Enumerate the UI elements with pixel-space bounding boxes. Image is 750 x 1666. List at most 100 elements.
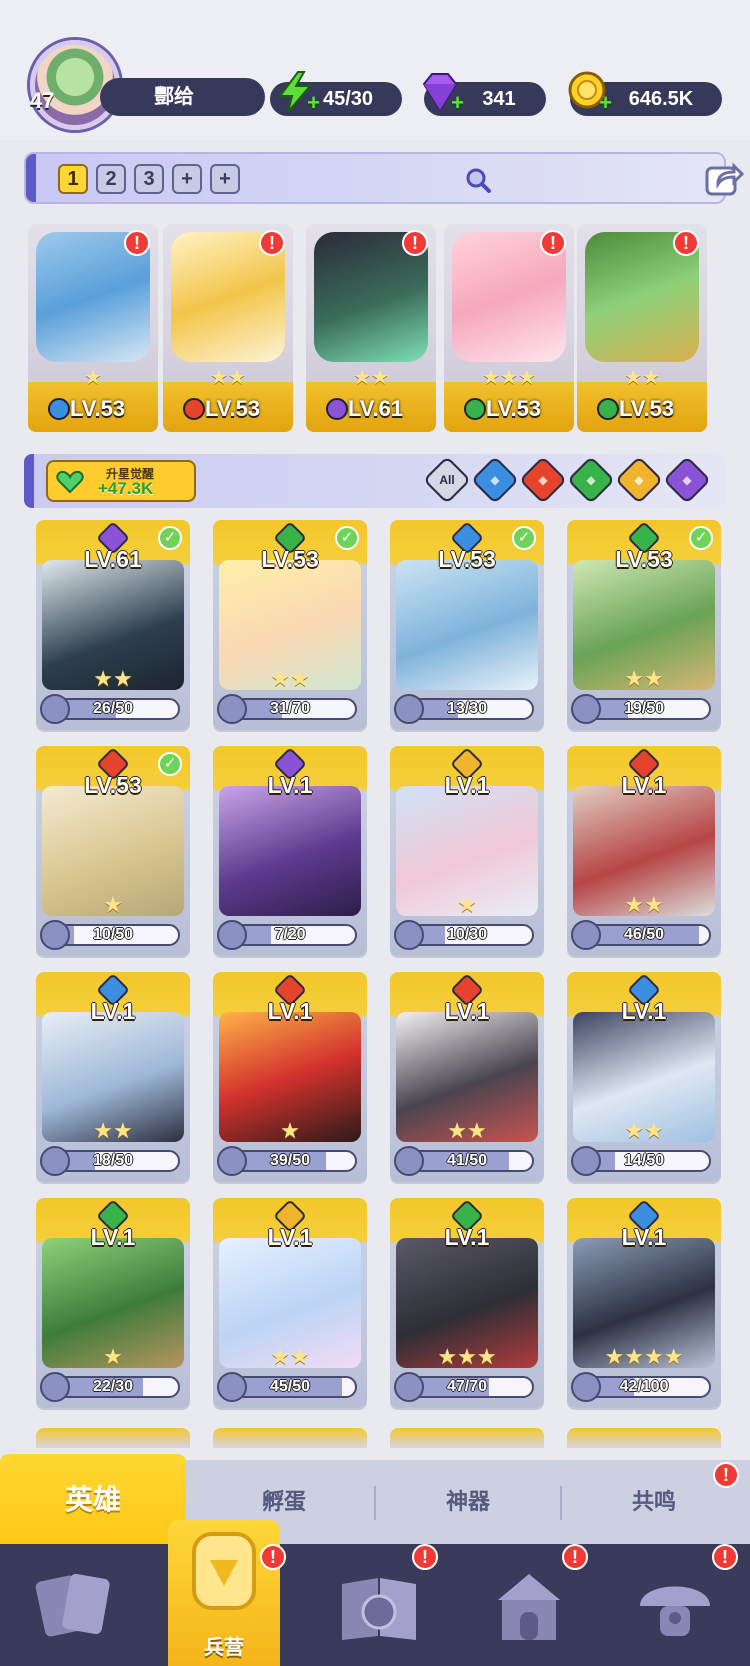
team-tab-add-1[interactable]: + — [172, 164, 202, 194]
add-coins-icon[interactable]: + — [599, 90, 612, 116]
shard-icon — [40, 1146, 70, 1176]
hero-card[interactable]: ✓ LV.53 ★★ 19/50 — [567, 520, 721, 730]
star-rating: ★★ — [270, 1344, 310, 1369]
filter-fire[interactable]: ◆ — [518, 455, 568, 505]
hero-portrait — [219, 786, 361, 916]
hero-alert-icon: ! — [673, 230, 699, 256]
star-rating: ★★★★ — [604, 1344, 684, 1369]
shard-icon — [217, 920, 247, 950]
star-rating: ★★ — [93, 666, 133, 691]
star-rating: ★ — [103, 1344, 123, 1369]
nav-cards[interactable] — [30, 1560, 120, 1650]
filter-water[interactable]: ◆ — [470, 455, 520, 505]
book-icon — [342, 1578, 416, 1640]
hero-card-partial[interactable] — [567, 1428, 721, 1448]
nav-shrine[interactable] — [484, 1560, 574, 1650]
hero-card[interactable]: LV.1 ★★★★ 42/100 — [567, 1198, 721, 1408]
player-name-pill[interactable]: 酆给 — [100, 78, 265, 116]
team-tab-add-2[interactable]: + — [210, 164, 240, 194]
shard-icon — [40, 1372, 70, 1402]
hero-level: LV.1 — [90, 998, 136, 1024]
awaken-button[interactable]: 升星觉醒 +47.3K — [46, 460, 196, 502]
magnify-icon[interactable] — [464, 166, 492, 194]
team-tab-3[interactable]: 3 — [134, 164, 164, 194]
team-tab-2[interactable]: 2 — [96, 164, 126, 194]
team-tab-1[interactable]: 1 — [58, 164, 88, 194]
star-rating: ★★ — [447, 1118, 487, 1143]
resonance-alert-icon: ! — [713, 1462, 739, 1488]
nav-barracks[interactable]: 兵营 — [168, 1520, 280, 1666]
book-alert-icon: ! — [412, 1544, 438, 1570]
add-energy-icon[interactable]: + — [307, 90, 320, 116]
barracks-icon — [192, 1532, 256, 1610]
filter-dark[interactable]: ◆ — [662, 455, 712, 505]
hero-card[interactable]: ✓ LV.53 13/30 — [390, 520, 544, 730]
shard-icon — [571, 920, 601, 950]
hero-level: LV.1 — [90, 1224, 136, 1250]
tab-artifacts[interactable]: 神器 — [380, 1478, 556, 1526]
star-rating: ★★ — [624, 1118, 664, 1143]
water-element-icon — [48, 398, 70, 420]
hero-level: LV.53 — [486, 396, 542, 421]
shrine-alert-icon: ! — [562, 1544, 588, 1570]
hero-card[interactable]: LV.1 ★★ 46/50 — [567, 746, 721, 956]
hero-card[interactable]: LV.1 ★★ 41/50 — [390, 972, 544, 1182]
hero-alert-icon: ! — [540, 230, 566, 256]
mushroom-alert-icon: ! — [712, 1544, 738, 1570]
nav-barracks-label: 兵营 — [204, 1637, 244, 1659]
shard-icon — [217, 1146, 247, 1176]
tab-divider — [374, 1486, 376, 1520]
shard-icon — [394, 1146, 424, 1176]
hero-level: LV.61 — [84, 546, 142, 572]
hero-level: LV.1 — [267, 1224, 313, 1250]
hero-card-partial[interactable] — [36, 1428, 190, 1448]
hero-card[interactable]: LV.1 ★ 22/30 — [36, 1198, 190, 1408]
hero-card[interactable]: LV.1 ★ 39/50 — [213, 972, 367, 1182]
hero-level: LV.53 — [84, 772, 142, 798]
shard-icon — [394, 920, 424, 950]
add-gems-icon[interactable]: + — [451, 90, 464, 116]
filter-nature[interactable]: ◆ — [566, 455, 616, 505]
fire-element-icon: ◆ — [538, 473, 548, 487]
tab-resonance[interactable]: 共鸣 — [566, 1478, 742, 1526]
filter-all[interactable]: All — [422, 455, 472, 505]
player-name: 酆给 — [154, 86, 194, 108]
hero-card[interactable]: LV.1 ★★★ 47/70 — [390, 1198, 544, 1408]
share-icon[interactable] — [704, 160, 745, 198]
shrine-icon — [498, 1574, 560, 1640]
hero-card[interactable]: LV.1 ★★ 18/50 — [36, 972, 190, 1182]
hero-card[interactable]: LV.1 7/20 — [213, 746, 367, 956]
tab-heroes[interactable]: 英雄 — [0, 1454, 186, 1546]
hero-card-partial[interactable] — [213, 1428, 367, 1448]
nav-mushroom[interactable] — [630, 1560, 720, 1650]
dark-element-icon — [326, 398, 348, 420]
team-bar-accent — [26, 154, 36, 202]
filter-all-label: All — [439, 473, 455, 487]
star-rating: ★★ — [624, 367, 660, 389]
hero-level: LV.1 — [621, 1224, 667, 1250]
hero-card[interactable]: ✓ LV.53 ★★ 31/70 — [213, 520, 367, 730]
tab-divider — [560, 1486, 562, 1520]
star-rating: ★ — [103, 892, 123, 917]
cards-icon — [35, 1573, 110, 1637]
hero-card[interactable]: ✓ LV.61 ★★ 26/50 — [36, 520, 190, 730]
hero-card[interactable]: LV.1 ★ 10/30 — [390, 746, 544, 956]
hero-card[interactable]: LV.1 ★★ 14/50 — [567, 972, 721, 1182]
star-rating: ★ — [457, 892, 477, 917]
star-rating: ★ — [280, 1118, 300, 1143]
star-rating: ★★ — [210, 367, 246, 389]
filter-light[interactable]: ◆ — [614, 455, 664, 505]
star-rating: ★★ — [624, 666, 664, 691]
hero-level: LV.1 — [621, 772, 667, 798]
hero-card-partial[interactable] — [390, 1428, 544, 1448]
hero-level: LV.53 — [619, 396, 675, 421]
hero-card[interactable]: ✓ LV.53 ★ 10/50 — [36, 746, 190, 956]
energy-value: 45/30 — [322, 88, 374, 110]
tab-hatch[interactable]: 孵蛋 — [196, 1478, 372, 1526]
heart-icon — [56, 470, 84, 494]
hero-level: LV.61 — [348, 396, 404, 421]
hero-card[interactable]: LV.1 ★★ 45/50 — [213, 1198, 367, 1408]
nav-book[interactable] — [334, 1560, 424, 1650]
light-element-icon: ◆ — [634, 473, 644, 487]
hero-level: LV.53 — [615, 546, 673, 572]
